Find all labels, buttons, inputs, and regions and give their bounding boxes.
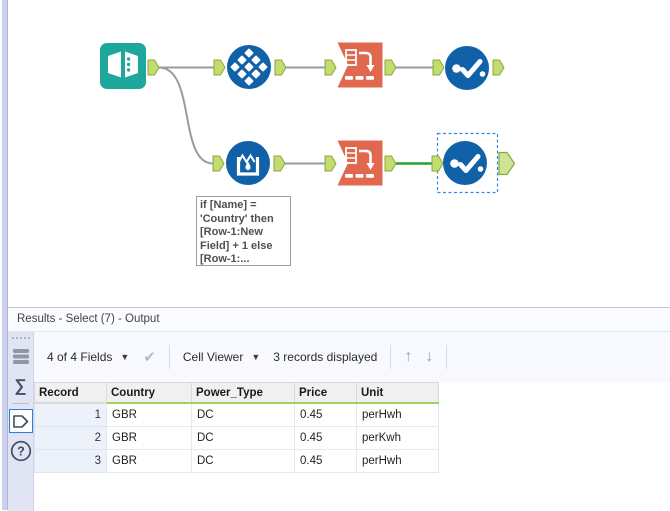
toolbar-separator — [390, 345, 392, 369]
table-cell[interactable]: GBR — [106, 402, 192, 427]
column-header-record[interactable]: Record — [34, 382, 107, 404]
results-title: Results - Select (7) - Output — [8, 308, 670, 332]
table-cell[interactable]: GBR — [106, 426, 192, 450]
table-cell[interactable]: 0.45 — [294, 426, 357, 450]
connection-input-to-formula[interactable] — [158, 66, 214, 165]
input-anchor-transpose-top[interactable] — [324, 59, 337, 76]
workflow-canvas[interactable]: if [Name] = 'Country' then [Row-1:New Fi… — [8, 0, 670, 307]
input-anchor-transpose-bottom[interactable] — [324, 155, 337, 172]
browse-tool-bottom-selected[interactable] — [443, 141, 487, 185]
table-cell[interactable]: DC — [191, 426, 295, 450]
results-panel: Results - Select (7) - Output ∑ ? 4 of 4… — [8, 307, 670, 511]
column-header-price[interactable]: Price — [294, 382, 357, 404]
input-anchor-browse-top[interactable] — [432, 59, 445, 76]
input-data-tool[interactable] — [100, 43, 146, 89]
browse-tool-top[interactable] — [445, 46, 489, 90]
toolbar-separator — [168, 345, 170, 369]
apply-check-icon[interactable]: ✔ — [143, 348, 156, 366]
output-anchor-select[interactable] — [274, 59, 287, 76]
results-icon-strip: ∑ ? — [8, 332, 34, 511]
table-cell[interactable]: perKwh — [356, 426, 439, 450]
results-toolbar: 4 of 4 Fields ▼ ✔ Cell Viewer ▼ 3 record… — [34, 332, 670, 382]
table-row: 3 GBR DC 0.45 perHwh — [34, 449, 439, 473]
table-header-row: Record Country Power_Type Price Unit — [34, 382, 439, 404]
chevron-down-icon: ▼ — [120, 352, 130, 362]
output-anchor-formula[interactable] — [273, 155, 286, 172]
table-cell[interactable]: DC — [191, 449, 295, 473]
select-tool[interactable] — [227, 45, 271, 89]
table-cell[interactable]: perHwh — [356, 449, 439, 473]
down-arrow-icon[interactable]: ↓ — [425, 348, 433, 366]
output-anchor-transpose-bottom[interactable] — [384, 155, 397, 172]
workflow-svg — [100, 42, 516, 194]
multi-row-formula-tool[interactable] — [226, 141, 270, 185]
panel-drag-handle[interactable] — [11, 337, 30, 339]
table-cell[interactable]: perHwh — [356, 402, 439, 427]
record-number-cell[interactable]: 2 — [34, 426, 107, 450]
chevron-down-icon: ▼ — [251, 352, 261, 362]
cell-viewer-label: Cell Viewer — [182, 350, 244, 364]
table-cell[interactable]: 0.45 — [294, 402, 357, 427]
svg-text:?: ? — [17, 445, 25, 459]
table-cell[interactable]: DC — [191, 402, 295, 427]
input-anchor-formula[interactable] — [212, 155, 225, 172]
record-number-cell[interactable]: 1 — [34, 402, 107, 427]
output-anchor-input-data[interactable] — [147, 59, 160, 76]
up-arrow-icon[interactable]: ↑ — [404, 348, 412, 366]
table-row: 2 GBR DC 0.45 perKwh — [34, 426, 439, 450]
grid-layout-icon[interactable] — [12, 348, 30, 365]
output-anchor-browse-bottom-selected[interactable] — [498, 151, 516, 176]
column-header-unit[interactable]: Unit — [356, 382, 439, 404]
cell-viewer-dropdown[interactable]: Cell Viewer ▼ — [183, 350, 260, 364]
help-icon[interactable]: ? — [10, 440, 32, 462]
column-header-power-type[interactable]: Power_Type — [191, 382, 295, 404]
table-cell[interactable]: GBR — [106, 449, 192, 473]
table-cell[interactable]: 0.45 — [294, 449, 357, 473]
metadata-sigma-icon[interactable]: ∑ — [14, 377, 26, 394]
input-anchor-browse-bottom[interactable] — [431, 155, 444, 172]
transpose-tool-top[interactable] — [337, 42, 383, 88]
tool-annotation[interactable]: if [Name] = 'Country' then [Row-1:New Fi… — [196, 196, 291, 266]
results-table: Record Country Power_Type Price Unit 1 G… — [34, 382, 439, 473]
tool-anchor-icon-selected[interactable] — [8, 409, 33, 433]
records-displayed-label: 3 records displayed — [273, 350, 378, 364]
record-number-cell[interactable]: 3 — [34, 449, 107, 473]
output-anchor-browse-top[interactable] — [492, 59, 505, 76]
toolbar-separator — [446, 345, 448, 369]
input-anchor-select[interactable] — [213, 59, 226, 76]
transpose-tool-bottom[interactable] — [337, 140, 383, 186]
fields-dropdown[interactable]: 4 of 4 Fields ▼ — [47, 350, 129, 364]
strip-divider — [12, 403, 29, 404]
column-header-country[interactable]: Country — [106, 382, 192, 404]
fields-dropdown-label: 4 of 4 Fields — [47, 350, 113, 364]
output-anchor-transpose-top[interactable] — [384, 59, 397, 76]
table-row: 1 GBR DC 0.45 perHwh — [34, 402, 439, 427]
